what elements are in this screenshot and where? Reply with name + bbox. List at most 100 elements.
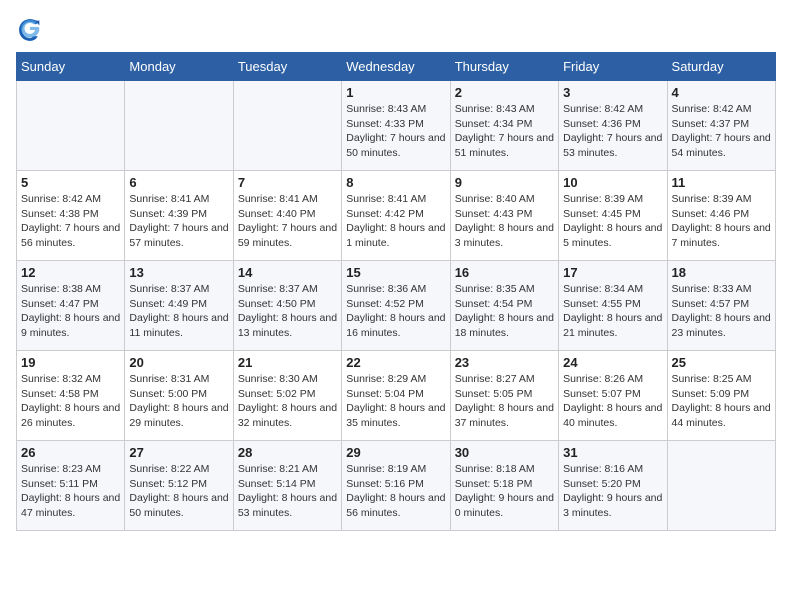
calendar-cell: 12 Sunrise: 8:38 AMSunset: 4:47 PMDayligh… <box>17 261 125 351</box>
calendar-cell: 13 Sunrise: 8:37 AMSunset: 4:49 PMDayligh… <box>125 261 233 351</box>
weekday-header-sunday: Sunday <box>17 53 125 81</box>
day-info: Sunrise: 8:33 AMSunset: 4:57 PMDaylight:… <box>672 282 771 341</box>
calendar-cell: 5 Sunrise: 8:42 AMSunset: 4:38 PMDaylight… <box>17 171 125 261</box>
day-number: 3 <box>563 85 662 100</box>
calendar-cell: 29Sunrise: 8:19 AMSunset: 5:16 PMDayligh… <box>342 441 450 531</box>
day-number: 30 <box>455 445 554 460</box>
day-info: Sunrise: 8:23 AMSunset: 5:11 PMDaylight:… <box>21 462 120 521</box>
day-number: 7 <box>238 175 337 190</box>
calendar-cell: 19Sunrise: 8:32 AMSunset: 4:58 PMDayligh… <box>17 351 125 441</box>
calendar-cell: 16 Sunrise: 8:35 AMSunset: 4:54 PMDayligh… <box>450 261 558 351</box>
weekday-header-row: SundayMondayTuesdayWednesdayThursdayFrid… <box>17 53 776 81</box>
day-number: 22 <box>346 355 445 370</box>
calendar-cell: 4 Sunrise: 8:42 AMSunset: 4:37 PMDaylight… <box>667 81 775 171</box>
day-number: 9 <box>455 175 554 190</box>
day-number: 11 <box>672 175 771 190</box>
calendar-cell: 10 Sunrise: 8:39 AMSunset: 4:45 PMDayligh… <box>559 171 667 261</box>
day-info: Sunrise: 8:40 AMSunset: 4:43 PMDaylight:… <box>455 192 554 251</box>
day-number: 23 <box>455 355 554 370</box>
day-info: Sunrise: 8:43 AMSunset: 4:34 PMDaylight:… <box>455 102 554 161</box>
weekday-header-thursday: Thursday <box>450 53 558 81</box>
calendar-cell <box>17 81 125 171</box>
week-row-4: 19Sunrise: 8:32 AMSunset: 4:58 PMDayligh… <box>17 351 776 441</box>
day-info: Sunrise: 8:21 AMSunset: 5:14 PMDaylight:… <box>238 462 337 521</box>
calendar-cell: 9 Sunrise: 8:40 AMSunset: 4:43 PMDaylight… <box>450 171 558 261</box>
day-number: 2 <box>455 85 554 100</box>
calendar-cell: 25 Sunrise: 8:25 AMSunset: 5:09 PMDayligh… <box>667 351 775 441</box>
day-number: 10 <box>563 175 662 190</box>
day-info: Sunrise: 8:42 AMSunset: 4:38 PMDaylight:… <box>21 192 120 251</box>
calendar-cell: 6Sunrise: 8:41 AMSunset: 4:39 PMDaylight… <box>125 171 233 261</box>
day-number: 8 <box>346 175 445 190</box>
calendar-cell: 26 Sunrise: 8:23 AMSunset: 5:11 PMDayligh… <box>17 441 125 531</box>
calendar-cell <box>125 81 233 171</box>
day-number: 16 <box>455 265 554 280</box>
week-row-3: 12 Sunrise: 8:38 AMSunset: 4:47 PMDayligh… <box>17 261 776 351</box>
day-info: Sunrise: 8:42 AMSunset: 4:37 PMDaylight:… <box>672 102 771 161</box>
day-number: 19 <box>21 355 120 370</box>
calendar-cell: 28 Sunrise: 8:21 AMSunset: 5:14 PMDayligh… <box>233 441 341 531</box>
day-info: Sunrise: 8:37 AMSunset: 4:49 PMDaylight:… <box>129 282 228 341</box>
day-number: 5 <box>21 175 120 190</box>
day-number: 12 <box>21 265 120 280</box>
logo <box>16 16 48 44</box>
day-number: 25 <box>672 355 771 370</box>
calendar-cell: 14 Sunrise: 8:37 AMSunset: 4:50 PMDayligh… <box>233 261 341 351</box>
week-row-2: 5 Sunrise: 8:42 AMSunset: 4:38 PMDaylight… <box>17 171 776 261</box>
day-number: 24 <box>563 355 662 370</box>
day-number: 26 <box>21 445 120 460</box>
weekday-header-friday: Friday <box>559 53 667 81</box>
weekday-header-saturday: Saturday <box>667 53 775 81</box>
calendar-cell: 1 Sunrise: 8:43 AMSunset: 4:33 PMDaylight… <box>342 81 450 171</box>
weekday-header-monday: Monday <box>125 53 233 81</box>
day-info: Sunrise: 8:22 AMSunset: 5:12 PMDaylight:… <box>129 462 228 521</box>
calendar-cell: 2 Sunrise: 8:43 AMSunset: 4:34 PMDaylight… <box>450 81 558 171</box>
day-info: Sunrise: 8:38 AMSunset: 4:47 PMDaylight:… <box>21 282 120 341</box>
day-info: Sunrise: 8:26 AMSunset: 5:07 PMDaylight:… <box>563 372 662 431</box>
week-row-5: 26 Sunrise: 8:23 AMSunset: 5:11 PMDayligh… <box>17 441 776 531</box>
day-number: 13 <box>129 265 228 280</box>
calendar-cell <box>233 81 341 171</box>
calendar-cell: 15Sunrise: 8:36 AMSunset: 4:52 PMDayligh… <box>342 261 450 351</box>
day-number: 15 <box>346 265 445 280</box>
day-number: 18 <box>672 265 771 280</box>
calendar-cell: 18 Sunrise: 8:33 AMSunset: 4:57 PMDayligh… <box>667 261 775 351</box>
calendar-cell: 11 Sunrise: 8:39 AMSunset: 4:46 PMDayligh… <box>667 171 775 261</box>
day-number: 29 <box>346 445 445 460</box>
calendar-cell: 27Sunrise: 8:22 AMSunset: 5:12 PMDayligh… <box>125 441 233 531</box>
weekday-header-wednesday: Wednesday <box>342 53 450 81</box>
day-info: Sunrise: 8:18 AMSunset: 5:18 PMDaylight:… <box>455 462 554 521</box>
day-info: Sunrise: 8:25 AMSunset: 5:09 PMDaylight:… <box>672 372 771 431</box>
calendar-cell: 23 Sunrise: 8:27 AMSunset: 5:05 PMDayligh… <box>450 351 558 441</box>
weekday-header-tuesday: Tuesday <box>233 53 341 81</box>
day-number: 31 <box>563 445 662 460</box>
day-number: 4 <box>672 85 771 100</box>
day-info: Sunrise: 8:43 AMSunset: 4:33 PMDaylight:… <box>346 102 445 161</box>
day-number: 14 <box>238 265 337 280</box>
calendar-cell: 22 Sunrise: 8:29 AMSunset: 5:04 PMDayligh… <box>342 351 450 441</box>
day-info: Sunrise: 8:30 AMSunset: 5:02 PMDaylight:… <box>238 372 337 431</box>
day-info: Sunrise: 8:39 AMSunset: 4:46 PMDaylight:… <box>672 192 771 251</box>
calendar-cell: 21 Sunrise: 8:30 AMSunset: 5:02 PMDayligh… <box>233 351 341 441</box>
day-info: Sunrise: 8:34 AMSunset: 4:55 PMDaylight:… <box>563 282 662 341</box>
day-info: Sunrise: 8:35 AMSunset: 4:54 PMDaylight:… <box>455 282 554 341</box>
day-info: Sunrise: 8:31 AMSunset: 5:00 PMDaylight:… <box>129 372 228 431</box>
day-info: Sunrise: 8:37 AMSunset: 4:50 PMDaylight:… <box>238 282 337 341</box>
page-header <box>16 16 776 44</box>
day-number: 1 <box>346 85 445 100</box>
calendar-cell: 8Sunrise: 8:41 AMSunset: 4:42 PMDaylight… <box>342 171 450 261</box>
day-number: 28 <box>238 445 337 460</box>
calendar-cell: 17 Sunrise: 8:34 AMSunset: 4:55 PMDayligh… <box>559 261 667 351</box>
calendar-table: SundayMondayTuesdayWednesdayThursdayFrid… <box>16 52 776 531</box>
week-row-1: 1 Sunrise: 8:43 AMSunset: 4:33 PMDaylight… <box>17 81 776 171</box>
day-info: Sunrise: 8:42 AMSunset: 4:36 PMDaylight:… <box>563 102 662 161</box>
calendar-cell: 31Sunrise: 8:16 AMSunset: 5:20 PMDayligh… <box>559 441 667 531</box>
day-info: Sunrise: 8:39 AMSunset: 4:45 PMDaylight:… <box>563 192 662 251</box>
calendar-cell: 7 Sunrise: 8:41 AMSunset: 4:40 PMDaylight… <box>233 171 341 261</box>
day-info: Sunrise: 8:29 AMSunset: 5:04 PMDaylight:… <box>346 372 445 431</box>
day-number: 17 <box>563 265 662 280</box>
day-info: Sunrise: 8:41 AMSunset: 4:40 PMDaylight:… <box>238 192 337 251</box>
day-info: Sunrise: 8:27 AMSunset: 5:05 PMDaylight:… <box>455 372 554 431</box>
day-number: 21 <box>238 355 337 370</box>
calendar-cell: 30 Sunrise: 8:18 AMSunset: 5:18 PMDayligh… <box>450 441 558 531</box>
